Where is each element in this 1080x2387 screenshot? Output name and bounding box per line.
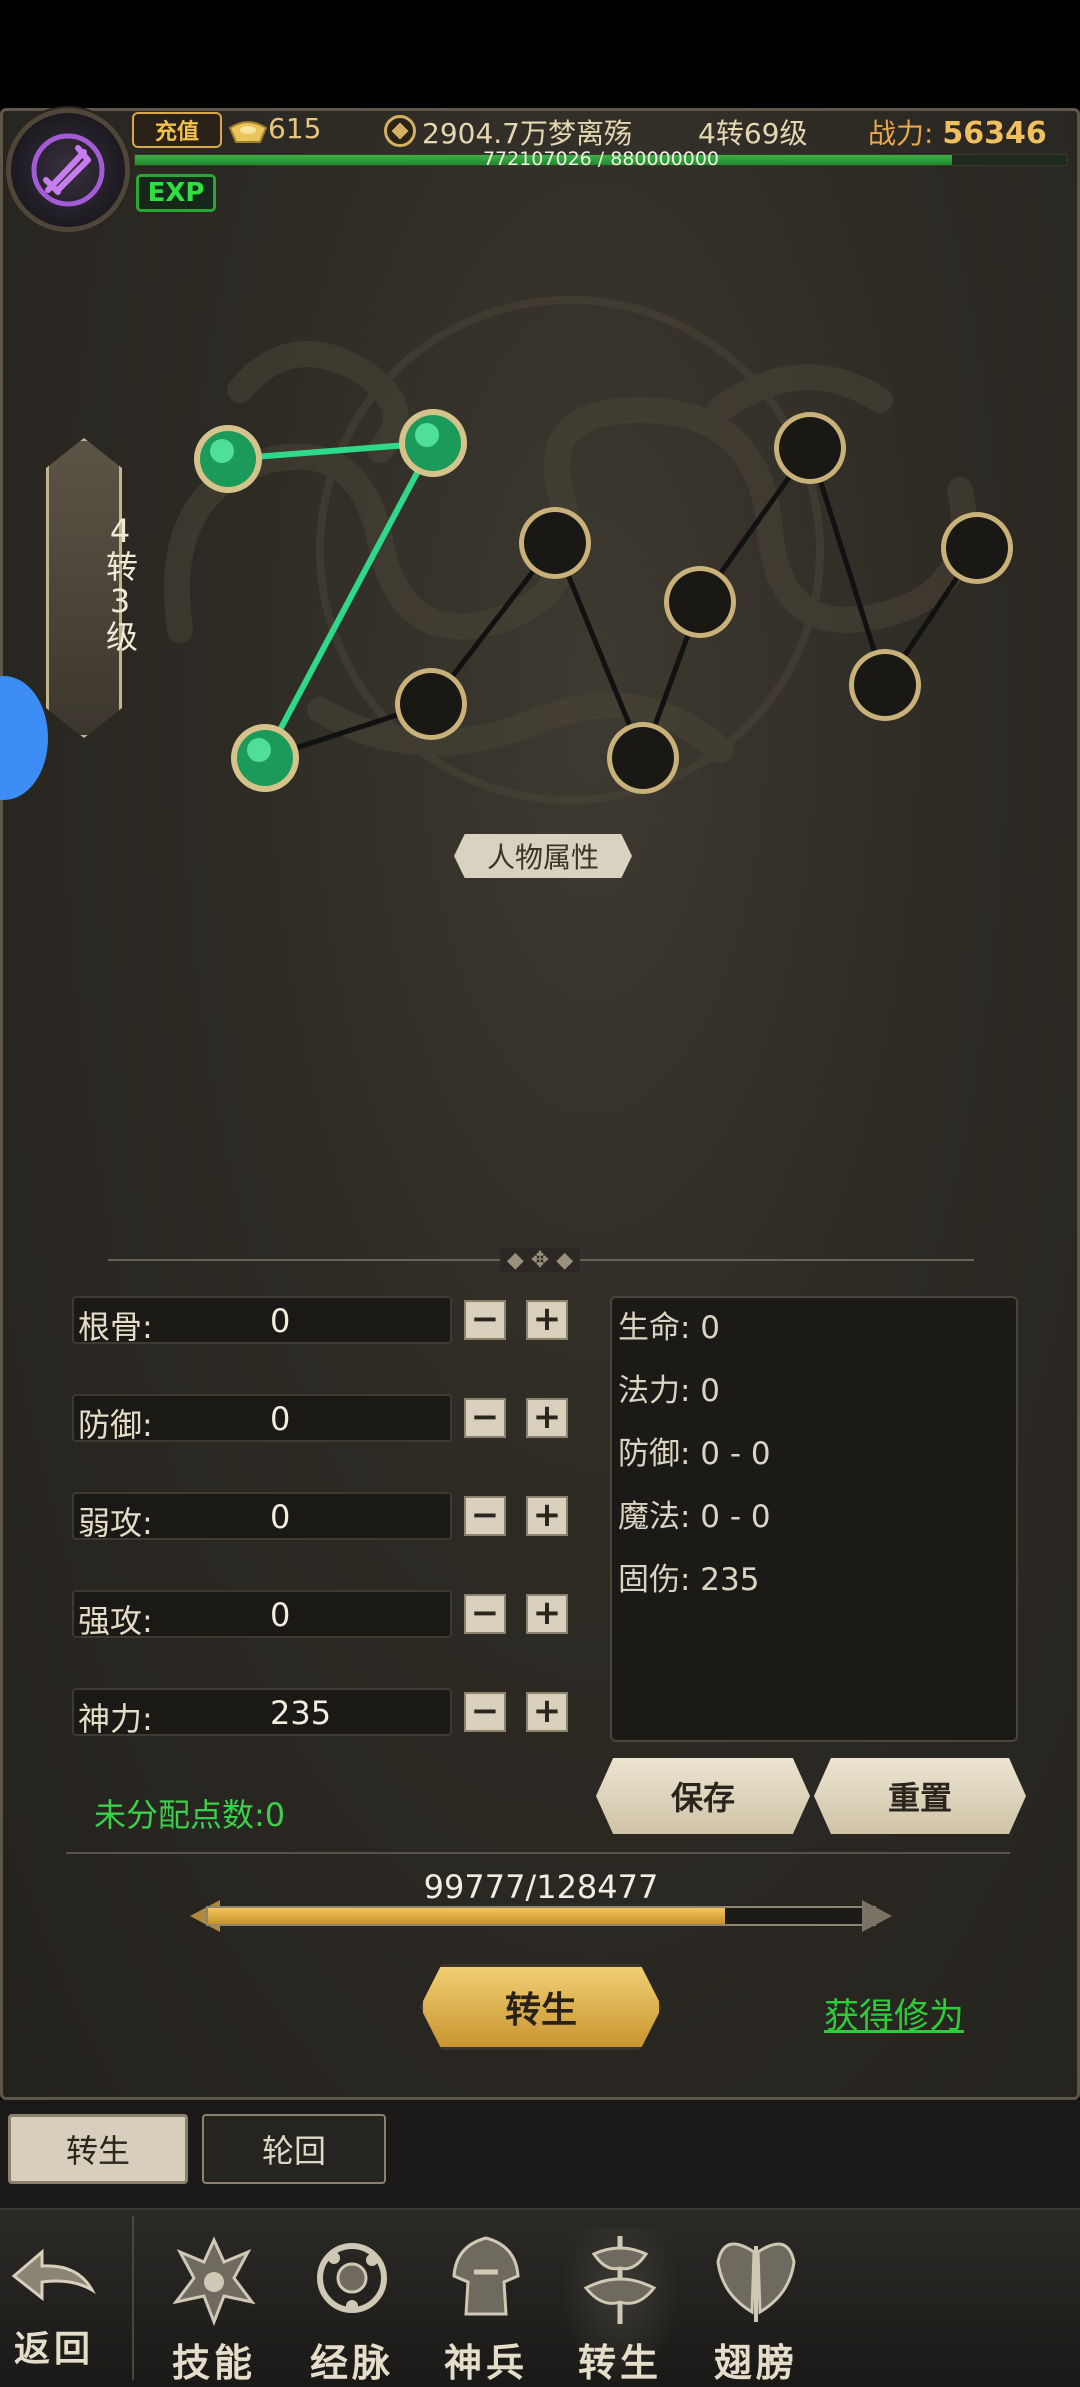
nav-label: 经脉 — [309, 2340, 394, 2385]
node-active[interactable] — [231, 724, 299, 792]
increase-button[interactable]: + — [526, 1398, 568, 1438]
decrease-button[interactable]: − — [464, 1594, 506, 1634]
decrease-button[interactable]: − — [464, 1398, 506, 1438]
nav-item-weapon[interactable]: 神兵 — [426, 2228, 546, 2385]
result-mana: 法力: 0 — [618, 1373, 721, 1409]
stat-row-defense: 防御: 0 − + — [72, 1394, 572, 1444]
divider-ornament: ◆ ✥ ◆ — [500, 1248, 580, 1273]
stat-value: 0 — [270, 1400, 291, 1438]
nav-item-meridian[interactable]: 经脉 — [292, 2228, 412, 2385]
back-arrow-icon — [11, 2248, 96, 2302]
node-inactive[interactable] — [607, 722, 679, 794]
nav-divider — [132, 2216, 134, 2380]
cultivation-progress-text: 99777/128477 — [423, 1868, 659, 1906]
rebirth-button[interactable]: 转生 — [420, 1964, 662, 2050]
nav-label: 转生 — [577, 2340, 662, 2385]
stat-label: 防御: — [78, 1406, 153, 1444]
stat-row-weak-attack: 弱攻: 0 − + — [72, 1492, 572, 1542]
gain-cultivation-link[interactable]: 获得修为 — [824, 1988, 964, 2039]
increase-button[interactable]: + — [526, 1496, 568, 1536]
cultivation-progress-bar — [206, 1906, 876, 1926]
result-hp: 生命: 0 — [618, 1310, 721, 1346]
nav-label: 神兵 — [443, 2340, 528, 2385]
stat-value: 0 — [270, 1498, 291, 1536]
meridian-icon — [317, 2243, 387, 2313]
stat-row-constitution: 根骨: 0 − + — [72, 1296, 572, 1346]
stat-label: 弱攻: — [78, 1504, 153, 1542]
nav-label: 技能 — [171, 2340, 256, 2385]
stat-label: 神力: — [78, 1700, 153, 1738]
separator — [66, 1852, 1010, 1854]
node-inactive[interactable] — [664, 566, 736, 638]
node-active[interactable] — [399, 409, 467, 477]
tab-rebirth[interactable]: 转生 — [8, 2114, 188, 2184]
stat-value: 0 — [270, 1596, 291, 1634]
rebirth-icon — [583, 2236, 657, 2324]
unassigned-points: 未分配点数:0 — [94, 1796, 286, 1834]
tab-reincarnation[interactable]: 轮回 — [202, 2114, 386, 2184]
stat-value: 0 — [270, 1302, 291, 1340]
nav-item-rebirth[interactable]: 转生 — [560, 2228, 680, 2385]
back-button[interactable]: 返回 — [0, 2228, 108, 2384]
increase-button[interactable]: + — [526, 1594, 568, 1634]
node-inactive[interactable] — [519, 507, 591, 579]
character-attributes-title: 人物属性 — [454, 834, 632, 878]
nav-label: 翅膀 — [713, 2340, 798, 2385]
node-inactive[interactable] — [941, 512, 1013, 584]
result-magic: 魔法: 0 - 0 — [618, 1499, 771, 1535]
skill-icon — [172, 2236, 256, 2327]
back-label: 返回 — [13, 2328, 94, 2370]
weapon-icon — [452, 2236, 520, 2316]
result-defense: 防御: 0 - 0 — [618, 1436, 771, 1472]
save-button[interactable]: 保存 — [596, 1758, 810, 1834]
decrease-button[interactable]: − — [464, 1496, 506, 1536]
reset-button[interactable]: 重置 — [814, 1758, 1026, 1834]
stat-row-divine-power: 神力: 235 − + — [72, 1688, 572, 1738]
decrease-button[interactable]: − — [464, 1692, 506, 1732]
result-fixed-damage: 固伤: 235 — [618, 1562, 760, 1598]
stat-value: 235 — [270, 1694, 332, 1732]
increase-button[interactable]: + — [526, 1300, 568, 1340]
node-active[interactable] — [194, 425, 262, 493]
node-inactive[interactable] — [849, 649, 921, 721]
attribute-results-panel: 生命: 0 法力: 0 防御: 0 - 0 魔法: 0 - 0 固伤: 235 — [610, 1296, 1018, 1742]
nav-item-wings[interactable]: 翅膀 — [696, 2228, 816, 2385]
stat-label: 强攻: — [78, 1602, 153, 1640]
progress-fill — [208, 1908, 726, 1924]
increase-button[interactable]: + — [526, 1692, 568, 1732]
rebirth-constellation — [194, 409, 1013, 794]
nav-item-skill[interactable]: 技能 — [154, 2228, 274, 2385]
stat-row-strong-attack: 强攻: 0 − + — [72, 1590, 572, 1640]
stat-label: 根骨: — [78, 1308, 153, 1346]
wings-icon — [716, 2242, 796, 2322]
node-link — [807, 445, 888, 688]
decrease-button[interactable]: − — [464, 1300, 506, 1340]
node-inactive[interactable] — [395, 668, 467, 740]
node-inactive[interactable] — [774, 412, 846, 484]
